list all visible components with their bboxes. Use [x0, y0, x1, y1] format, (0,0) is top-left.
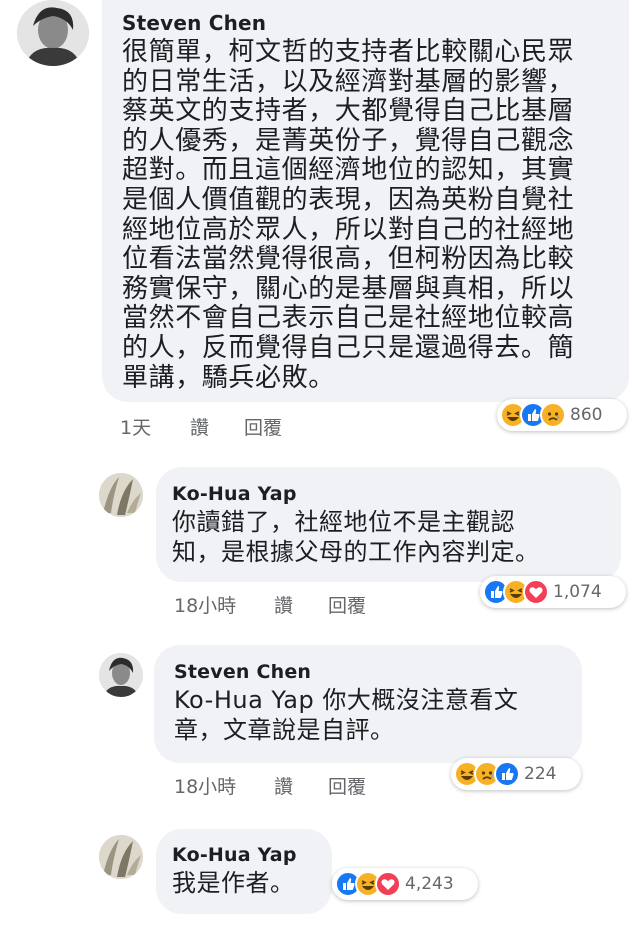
- reaction-count: 4,243: [405, 874, 454, 894]
- reaction-count: 860: [570, 405, 603, 425]
- reaction-summary[interactable]: 224: [451, 758, 581, 790]
- comment-timestamp[interactable]: 1天: [120, 413, 151, 440]
- comment-thread: Steven Chen 很簡單，柯文哲的支持者比較關心民眾 的日常生活，以及經濟…: [0, 0, 642, 927]
- comment-bubble: Ko-Hua Yap 你讀錯了，社經地位不是主觀認 知，是根據父母的工作內容判定…: [156, 467, 621, 582]
- reply-link[interactable]: 回覆: [244, 413, 282, 440]
- comment-text: 很簡單，柯文哲的支持者比較關心民眾 的日常生活，以及經濟對基層的影響， 蔡英文的…: [122, 37, 575, 393]
- comment-bubble: Ko-Hua Yap 我是作者。: [156, 829, 332, 914]
- reaction-summary[interactable]: 860: [497, 399, 627, 431]
- comment-text: Ko-Hua Yap 你大概沒注意看文 章，文章說是自評。: [174, 686, 519, 744]
- reaction-summary[interactable]: 1,074: [480, 576, 626, 608]
- like-icon: [494, 761, 520, 787]
- like-link[interactable]: 讚: [274, 772, 293, 799]
- comment-timestamp[interactable]: 18小時: [174, 591, 236, 618]
- reply-link[interactable]: 回覆: [328, 772, 366, 799]
- comment-bubble: Steven Chen Ko-Hua Yap 你大概沒注意看文 章，文章說是自評…: [154, 645, 582, 763]
- like-link[interactable]: 讚: [190, 413, 209, 440]
- avatar-steven-chen[interactable]: [99, 653, 143, 697]
- reaction-summary[interactable]: 4,243: [332, 868, 478, 900]
- love-icon: [375, 871, 401, 897]
- avatar-ko-hua-yap[interactable]: [99, 473, 143, 517]
- comment-actions: 1天 讚 回覆: [120, 413, 320, 440]
- comment-bubble: Steven Chen 很簡單，柯文哲的支持者比較關心民眾 的日常生活，以及經濟…: [102, 0, 629, 402]
- comment-actions: 18小時 讚 回覆: [174, 591, 394, 618]
- reply-link[interactable]: 回覆: [328, 591, 366, 618]
- avatar-ko-hua-yap[interactable]: [99, 835, 143, 879]
- comment-actions: 18小時 讚 回覆: [174, 772, 394, 799]
- sad-icon: [540, 402, 566, 428]
- comment-timestamp[interactable]: 18小時: [174, 772, 236, 799]
- avatar-steven-chen[interactable]: [17, 0, 89, 66]
- comment-author[interactable]: Steven Chen: [174, 659, 564, 685]
- comment-text: 我是作者。: [172, 869, 295, 897]
- comment-text: 你讀錯了，社經地位不是主觀認 知，是根據父母的工作內容判定。: [172, 508, 540, 566]
- comment-author[interactable]: Ko-Hua Yap: [172, 842, 316, 868]
- comment-author[interactable]: Steven Chen: [122, 8, 615, 38]
- like-link[interactable]: 讚: [274, 591, 293, 618]
- reaction-count: 224: [524, 764, 557, 784]
- love-icon: [523, 579, 549, 605]
- comment-author[interactable]: Ko-Hua Yap: [172, 481, 603, 507]
- reaction-count: 1,074: [553, 582, 602, 602]
